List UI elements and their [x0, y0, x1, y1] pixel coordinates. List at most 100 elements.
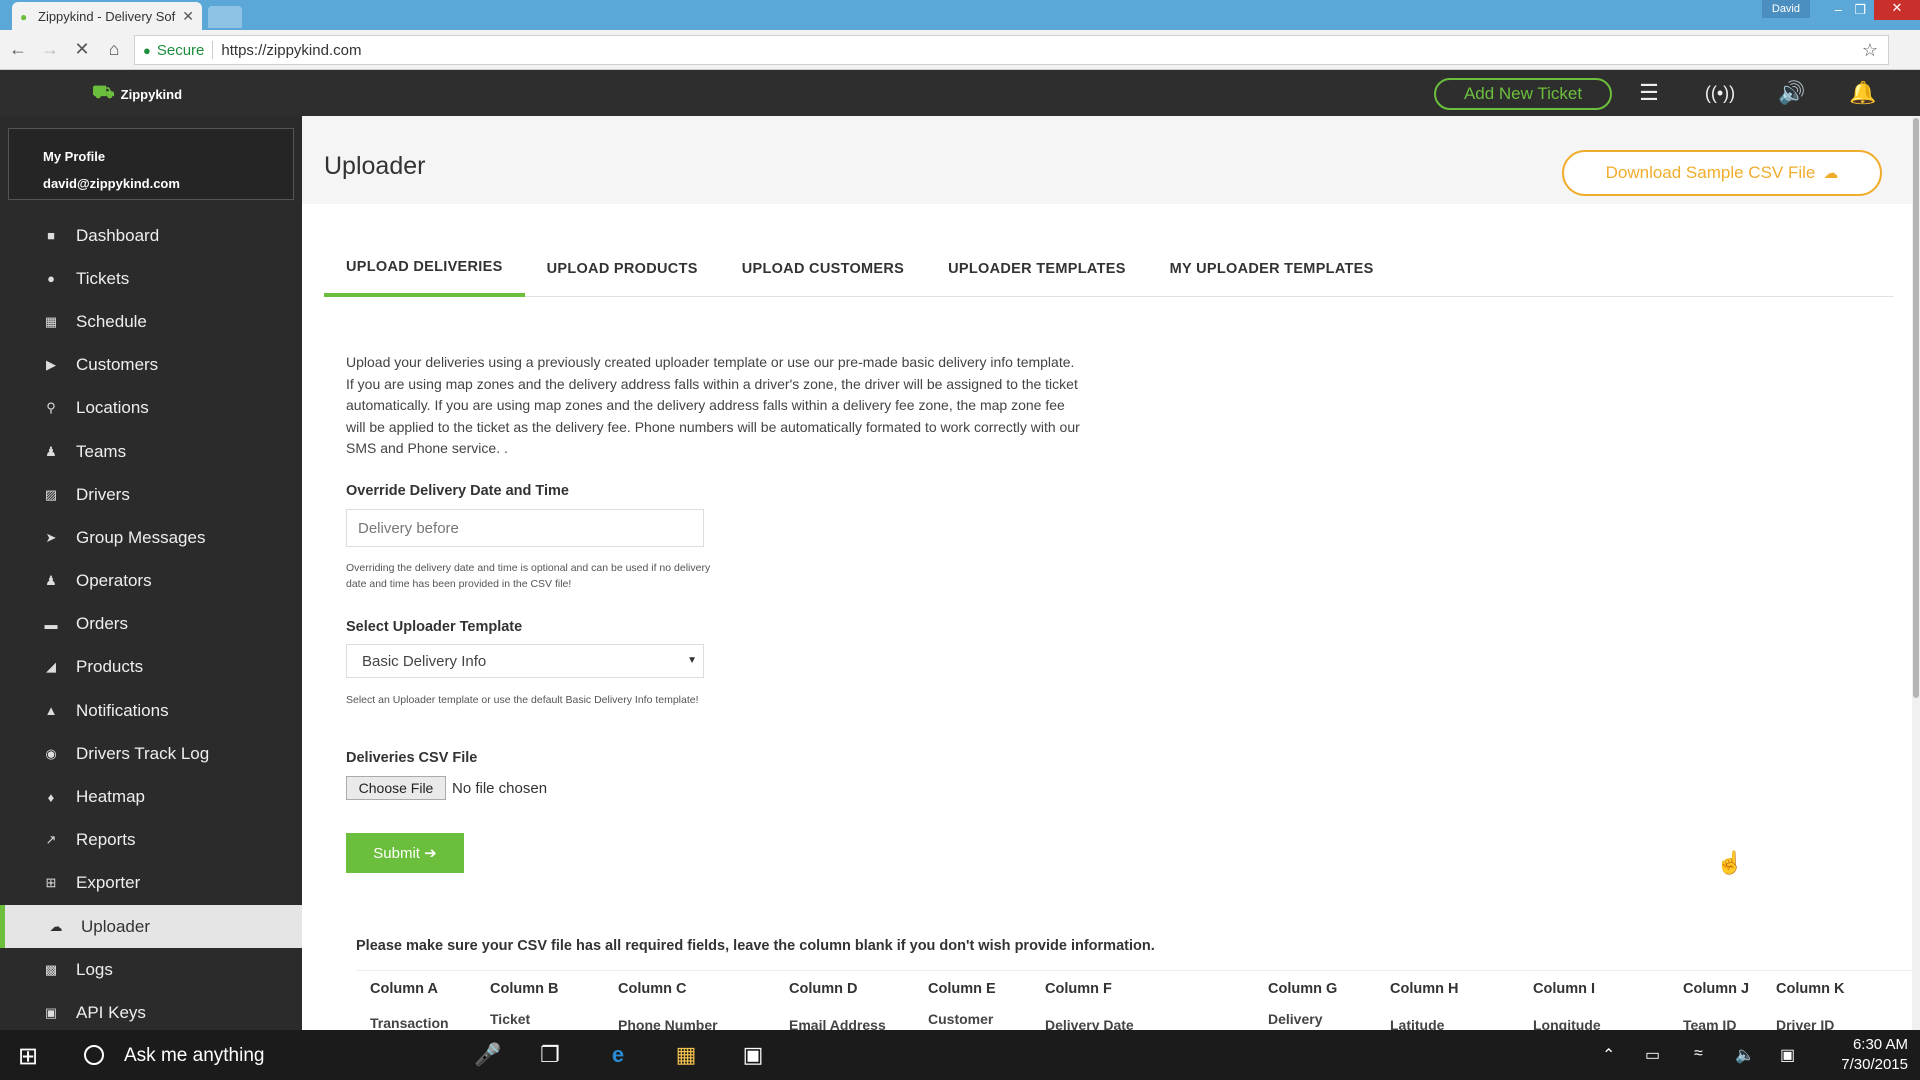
- csv-columns-table: Column A Column B Column C Column D Colu…: [356, 970, 1916, 1030]
- tab-uploader-templates[interactable]: UPLOADER TEMPLATES: [926, 241, 1148, 297]
- battery-icon[interactable]: ▭: [1645, 1045, 1660, 1065]
- sidebar-item-drivers[interactable]: ▨ Drivers: [0, 473, 302, 516]
- url-field[interactable]: ● Secure https://zippykind.com ☆: [134, 35, 1889, 65]
- hand-cursor-icon: ☝: [1716, 850, 1744, 875]
- sidebar-item-operators[interactable]: ♟ Operators: [0, 560, 302, 603]
- car-icon: ▨: [44, 486, 58, 502]
- submit-button[interactable]: Submit ➔: [346, 833, 464, 873]
- restore-icon[interactable]: ❐: [1854, 2, 1866, 18]
- bell-icon: ▲: [44, 703, 58, 719]
- clock-time: 6:30 AM: [1852, 1036, 1908, 1053]
- sidebar-item-customers[interactable]: ▶ Customers: [0, 344, 302, 387]
- close-window-icon[interactable]: ✕: [1874, 0, 1920, 20]
- browser-tab[interactable]: ● Zippykind - Delivery Sof ✕: [12, 2, 202, 30]
- sidebar-item-notifications[interactable]: ▲ Notifications: [0, 689, 302, 732]
- logo-text: Zippykind: [120, 86, 183, 102]
- selected-template-value: Basic Delivery Info: [362, 652, 487, 670]
- address-bar: ← → ✕ ⌂ ● Secure https://zippykind.com ☆: [0, 30, 1920, 70]
- tickets-icon: ●: [47, 271, 55, 287]
- column-header: Column B: [490, 981, 559, 997]
- tray-chevron-icon[interactable]: ⌃: [1602, 1045, 1615, 1065]
- sidebar-item-group-messages[interactable]: ➤ Group Messages: [0, 516, 302, 559]
- uploader-template-select[interactable]: Basic Delivery Info ▼: [346, 644, 704, 678]
- column-cell: Email Address: [789, 1017, 886, 1030]
- bell-icon[interactable]: 🔔: [1846, 80, 1880, 106]
- speaker-icon[interactable]: 🔊: [1775, 80, 1809, 106]
- sidebar-item-exporter[interactable]: ⊞ Exporter: [0, 862, 302, 905]
- sidebar-item-logs[interactable]: ▩ Logs: [0, 948, 302, 991]
- delivery-before-input[interactable]: [346, 509, 704, 547]
- cloud-upload-icon: ☁: [1823, 165, 1839, 182]
- action-center-icon[interactable]: ▣: [1780, 1045, 1795, 1065]
- tab-upload-deliveries[interactable]: UPLOAD DELIVERIES: [324, 241, 525, 297]
- bookmark-star-icon[interactable]: ☆: [1862, 40, 1878, 61]
- crosshair-icon: ◉: [45, 745, 57, 761]
- edge-browser-icon[interactable]: e: [600, 1042, 636, 1068]
- window-user-badge[interactable]: David: [1761, 0, 1810, 18]
- secure-indicator[interactable]: ● Secure: [143, 42, 204, 59]
- store-icon[interactable]: ▣: [735, 1042, 771, 1068]
- car-logo-icon: ⛟: [92, 82, 115, 102]
- sidebar-item-locations[interactable]: ⚲ Locations: [0, 387, 302, 430]
- sidebar-item-dashboard[interactable]: ■ Dashboard: [0, 214, 302, 257]
- back-icon[interactable]: ←: [4, 39, 32, 60]
- page-scrollbar-thumb[interactable]: [1913, 118, 1919, 698]
- fire-icon: ♦: [47, 789, 55, 805]
- sidebar-item-reports[interactable]: ↗ Reports: [0, 819, 302, 862]
- taskbar-clock[interactable]: 6:30 AM 7/30/2015: [1818, 1035, 1908, 1075]
- add-new-ticket-button[interactable]: Add New Ticket: [1434, 78, 1612, 110]
- sidebar-item-label: Drivers: [76, 484, 130, 504]
- tab-upload-products[interactable]: UPLOAD PRODUCTS: [525, 241, 720, 297]
- windows-taskbar: ⊞ Ask me anything 🎤 ❐ e ▦ ▣ ⌃ ▭ ≈ 🔈 ▣ 6:…: [0, 1030, 1920, 1080]
- app-header: ⛟ Zippykind Add New Ticket ☰ ((•)) 🔊 🔔: [0, 70, 1920, 116]
- tab-upload-customers[interactable]: UPLOAD CUSTOMERS: [720, 241, 926, 297]
- close-tab-icon[interactable]: ✕: [182, 8, 194, 25]
- file-explorer-icon[interactable]: ▦: [668, 1042, 704, 1068]
- cart-icon: ▶: [46, 357, 56, 373]
- cortana-search-text[interactable]: Ask me anything: [124, 1045, 264, 1067]
- column-header: Column H: [1390, 981, 1459, 997]
- new-tab-button[interactable]: [208, 6, 242, 28]
- home-icon[interactable]: ⌂: [100, 39, 128, 60]
- minimize-icon[interactable]: –: [1835, 2, 1842, 17]
- column-header: Column J: [1683, 981, 1750, 997]
- stop-loading-icon[interactable]: ✕: [68, 39, 96, 60]
- sidebar: My Profile david@zippykind.com ■ Dashboar…: [0, 116, 302, 1030]
- broadcast-icon[interactable]: ((•)): [1703, 83, 1737, 104]
- sidebar-item-drivers-track-log[interactable]: ◉ Drivers Track Log: [0, 732, 302, 775]
- download-sample-csv-button[interactable]: Download Sample CSV File ☁: [1562, 150, 1882, 196]
- log-icon: ▩: [44, 961, 58, 977]
- page-header: Uploader Download Sample CSV File ☁: [302, 116, 1920, 204]
- sidebar-item-schedule[interactable]: ▦ Schedule: [0, 300, 302, 343]
- microphone-icon[interactable]: 🎤: [470, 1042, 506, 1068]
- sidebar-item-products[interactable]: ◢ Products: [0, 646, 302, 689]
- volume-icon[interactable]: 🔈: [1735, 1045, 1755, 1065]
- export-icon: ⊞: [45, 875, 57, 891]
- url-text[interactable]: https://zippykind.com: [221, 42, 361, 59]
- sidebar-item-api-keys[interactable]: ▣ API Keys: [0, 991, 302, 1030]
- sidebar-item-tickets[interactable]: ● Tickets: [0, 257, 302, 300]
- sidebar-item-label: Customers: [76, 355, 159, 375]
- wifi-icon[interactable]: ≈: [1694, 1045, 1703, 1063]
- tab-my-uploader-templates[interactable]: MY UPLOADER TEMPLATES: [1148, 241, 1396, 297]
- override-help-text: Overriding the delivery date and time is…: [346, 562, 711, 590]
- hamburger-menu-icon[interactable]: ☰: [1632, 80, 1666, 106]
- profile-card[interactable]: My Profile david@zippykind.com: [8, 128, 294, 200]
- zippykind-logo[interactable]: ⛟ Zippykind: [92, 82, 182, 106]
- forward-icon[interactable]: →: [36, 39, 64, 60]
- sidebar-item-teams[interactable]: ♟ Teams: [0, 430, 302, 473]
- column-header: Column K: [1776, 981, 1845, 997]
- sidebar-item-heatmap[interactable]: ♦ Heatmap: [0, 775, 302, 818]
- browser-titlebar: ● Zippykind - Delivery Sof ✕ David – ❐ ✕: [0, 0, 1920, 30]
- profile-title: My Profile: [43, 149, 106, 164]
- clock-date: 7/30/2015: [1841, 1056, 1908, 1073]
- sidebar-item-uploader[interactable]: ☁ Uploader: [0, 905, 302, 949]
- chart-line-icon: ↗: [45, 832, 57, 848]
- team-icon: ♟: [45, 443, 57, 459]
- sidebar-item-orders[interactable]: ▬ Orders: [0, 603, 302, 646]
- choose-file-button[interactable]: Choose File: [346, 776, 446, 800]
- location-pin-icon: ⚲: [46, 400, 56, 416]
- windows-start-icon[interactable]: ⊞: [18, 1042, 38, 1071]
- cortana-icon[interactable]: [84, 1045, 104, 1065]
- task-view-icon[interactable]: ❐: [532, 1042, 568, 1068]
